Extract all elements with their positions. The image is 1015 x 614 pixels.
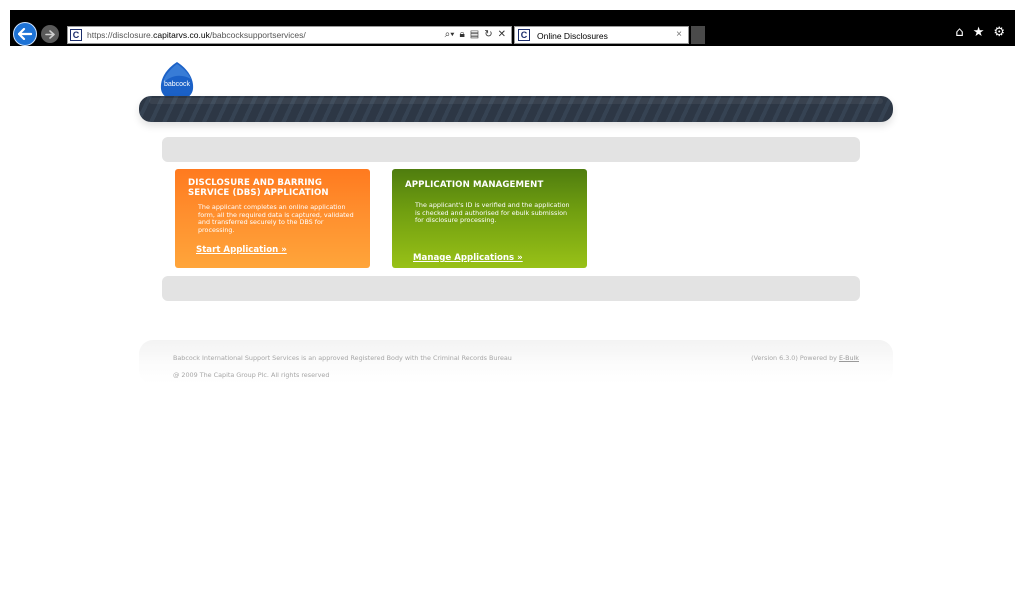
version-label: (Version 6.3.0) Powered by (751, 354, 839, 362)
new-tab-button[interactable] (691, 26, 705, 44)
card-title: APPLICATION MANAGEMENT (405, 180, 544, 190)
forward-button[interactable] (41, 25, 59, 43)
babcock-logo[interactable]: babcock (158, 61, 196, 101)
url-path: /babcocksupportservices/ (209, 30, 306, 40)
browser-toolbar: C https://disclosure.capitarvs.co.uk/bab… (10, 10, 1015, 46)
back-button[interactable] (13, 22, 37, 46)
tab-online-disclosures[interactable]: C Online Disclosures × (514, 26, 689, 44)
copyright-text: @ 2009 The Capita Group Plc. All rights … (173, 371, 330, 379)
site-favicon-icon: C (70, 29, 82, 41)
dbs-application-card: DISCLOSURE AND BARRING SERVICE (DBS) APP… (175, 169, 370, 268)
screen: C https://disclosure.capitarvs.co.uk/bab… (0, 0, 1015, 614)
refresh-icon[interactable]: ↻ (484, 29, 492, 40)
search-icon[interactable]: ⌕▾ (445, 29, 455, 40)
address-bar[interactable]: C https://disclosure.capitarvs.co.uk/bab… (67, 26, 512, 44)
start-application-link[interactable]: Start Application » (196, 245, 287, 255)
manage-applications-link[interactable]: Manage Applications » (413, 253, 523, 263)
tab-title: Online Disclosures (537, 31, 608, 41)
left-margin (0, 10, 10, 614)
tab-favicon-icon: C (518, 29, 530, 41)
home-icon[interactable]: ⌂ (955, 26, 963, 40)
top-info-bar (162, 137, 860, 162)
top-margin (0, 0, 1015, 10)
close-icon[interactable]: ✕ (498, 29, 506, 40)
star-icon[interactable]: ★ (973, 26, 985, 40)
browser-right-icons: ⌂ ★ ⚙ (955, 26, 1005, 40)
forward-arrow-icon (45, 29, 55, 39)
address-tools: ⌕▾ 🔒︎ ▤ ↻ ✕ (445, 29, 506, 40)
compat-view-icon[interactable]: ▤ (470, 29, 479, 40)
lock-icon[interactable]: 🔒︎ (459, 29, 464, 40)
gear-icon[interactable]: ⚙ (993, 26, 1005, 40)
registered-body-text: Babcock International Support Services i… (173, 354, 512, 362)
card-description: The applicant completes an online applic… (198, 203, 354, 234)
footer: Babcock International Support Services i… (139, 340, 893, 384)
card-title: DISCLOSURE AND BARRING SERVICE (DBS) APP… (188, 178, 329, 198)
url-domain: capitarvs.co.uk (153, 30, 210, 40)
address-url[interactable]: https://disclosure.capitarvs.co.uk/babco… (87, 30, 306, 40)
back-arrow-icon (18, 28, 32, 40)
header-bar (139, 96, 893, 122)
tab-close-button[interactable]: × (676, 29, 682, 40)
ebulk-link[interactable]: E-Bulk (839, 354, 859, 362)
version-text: (Version 6.3.0) Powered by E-Bulk (751, 354, 859, 362)
application-management-card: APPLICATION MANAGEMENT The applicant's I… (392, 169, 587, 268)
url-prefix: https://disclosure. (87, 30, 154, 40)
card-description: The applicant's ID is verified and the a… (415, 201, 570, 225)
logo-text: babcock (163, 81, 191, 88)
bottom-info-bar (162, 276, 860, 301)
